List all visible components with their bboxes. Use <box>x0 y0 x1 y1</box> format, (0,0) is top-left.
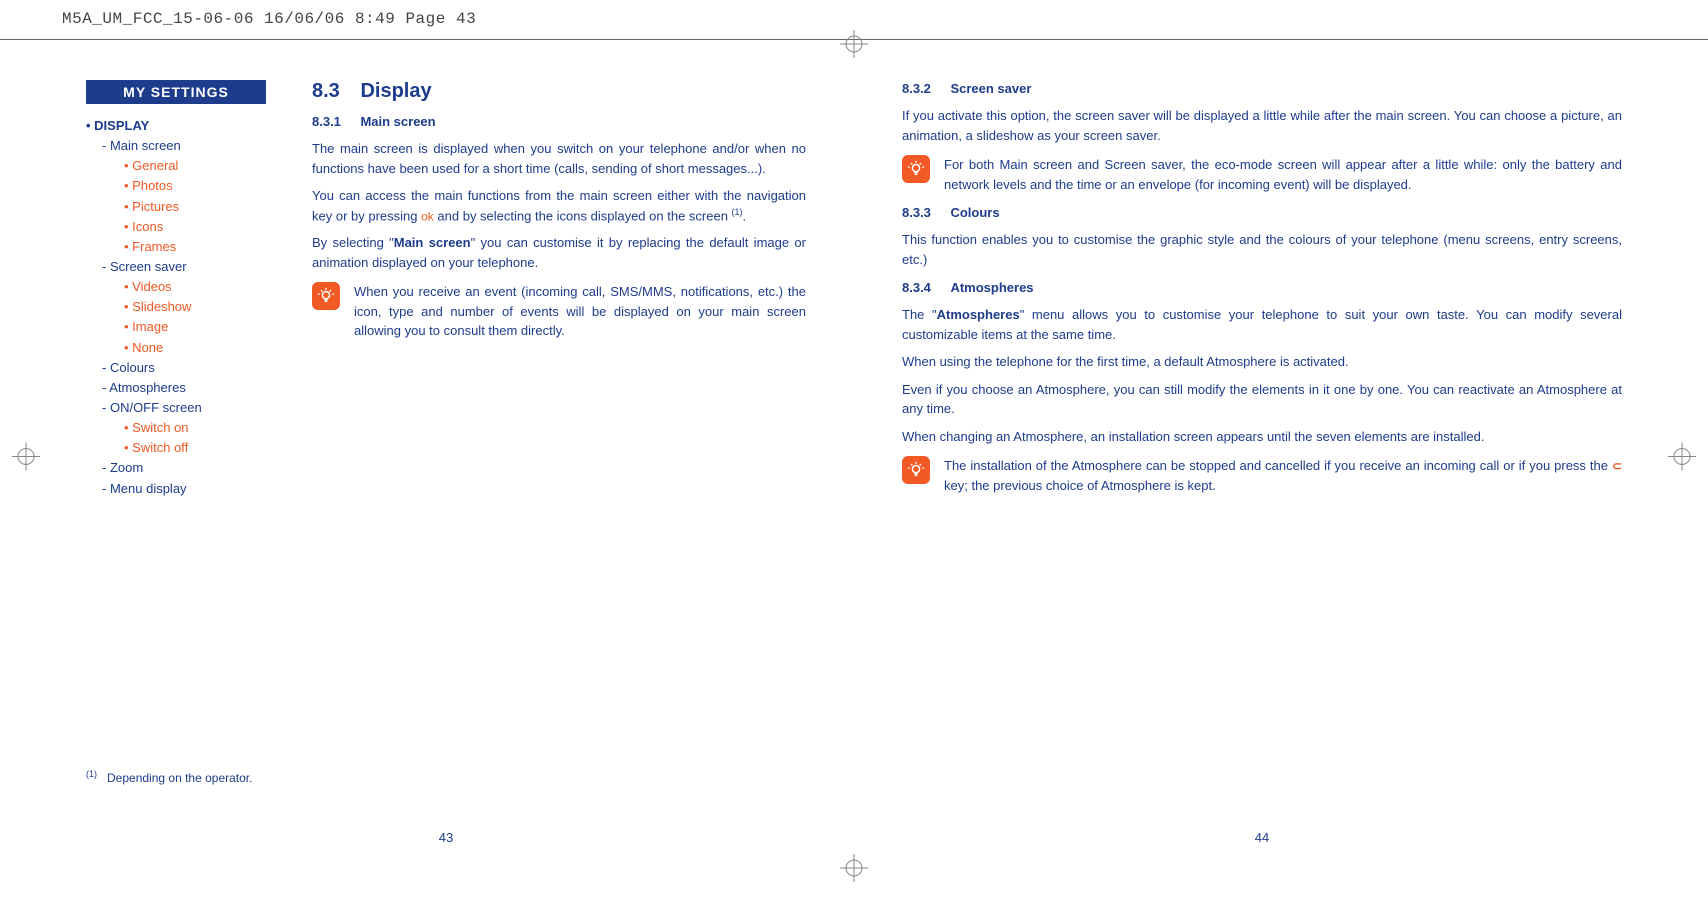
section-8-3-2: 8.3.2 Screen saver <box>902 80 1622 98</box>
page-number: 44 <box>1255 830 1269 845</box>
text: The " <box>902 307 937 322</box>
note-text: When you receive an event (incoming call… <box>354 282 806 341</box>
text: By selecting " <box>312 235 394 250</box>
registration-mark-left <box>12 442 40 475</box>
sidebar-bullet-item: Image <box>86 317 286 337</box>
sidebar-bullet-item: None <box>86 338 286 358</box>
sidebar-item-label: Zoom <box>110 460 143 475</box>
page-right: 8.3.2 Screen saver If you activate this … <box>902 80 1622 845</box>
sidebar-item-label: Videos <box>132 279 172 294</box>
sidebar-item-label: Atmospheres <box>109 380 186 395</box>
sidebar-item-label: Screen saver <box>110 259 187 274</box>
tip-icon <box>902 155 930 183</box>
text: key; the previous choice of Atmosphere i… <box>944 478 1216 493</box>
paragraph: By selecting "Main screen" you can custo… <box>312 233 806 272</box>
sidebar-bullet-item: General <box>86 156 286 176</box>
section-8-3-3: 8.3.3 Colours <box>902 204 1622 222</box>
subheading-title: Main screen <box>360 114 435 129</box>
note: The installation of the Atmosphere can b… <box>902 456 1622 495</box>
sidebar-dash-item: ON/OFF screen <box>86 398 286 418</box>
sidebar-item-label: Frames <box>132 239 176 254</box>
sidebar-bullet-item: Switch off <box>86 438 286 458</box>
sidebar-bullet-item: Pictures <box>86 197 286 217</box>
sidebar-tab: MY SETTINGS <box>86 80 266 104</box>
sidebar-item-label: Colours <box>110 360 155 375</box>
sidebar-item-label: General <box>132 158 178 173</box>
note: For both Main screen and Screen saver, t… <box>902 155 1622 194</box>
sidebar-bullet-item: Switch on <box>86 418 286 438</box>
sidebar-bullet-item: Slideshow <box>86 297 286 317</box>
sidebar-bullet-item: Icons <box>86 217 286 237</box>
registration-mark-right <box>1668 442 1696 475</box>
ok-key-icon: ok <box>421 209 434 223</box>
subheading-title: Atmospheres <box>950 280 1033 295</box>
print-header: M5A_UM_FCC_15-06-06 16/06/06 8:49 Page 4… <box>62 10 476 28</box>
text: The installation of the Atmosphere can b… <box>944 458 1612 473</box>
subheading-num: 8.3.2 <box>902 81 946 96</box>
registration-mark-bottom <box>840 854 868 887</box>
heading-title: Display <box>360 80 431 102</box>
page-left: MY SETTINGS • DISPLAY Main screen General… <box>86 80 806 845</box>
sidebar-list: • DISPLAY Main screen General Photos Pictur… <box>86 116 286 499</box>
footnote-marker: (1) <box>86 769 97 779</box>
paragraph: Even if you choose an Atmosphere, you ca… <box>902 380 1622 419</box>
sidebar-dash-item: Colours <box>86 358 286 378</box>
text: and by selecting the icons displayed on … <box>434 208 732 223</box>
c-key-icon: ⊂ <box>1612 459 1622 473</box>
sidebar-dash-item: Screen saver <box>86 257 286 277</box>
sidebar-item-label: Switch off <box>132 440 188 455</box>
subheading-num: 8.3.1 <box>312 114 356 129</box>
subheading-title: Screen saver <box>950 81 1031 96</box>
note: When you receive an event (incoming call… <box>312 282 806 341</box>
page-spread: MY SETTINGS • DISPLAY Main screen General… <box>86 80 1622 845</box>
subheading-title: Colours <box>950 205 999 220</box>
sidebar-item-label: Photos <box>132 178 172 193</box>
note-text: For both Main screen and Screen saver, t… <box>944 155 1622 194</box>
paragraph: When changing an Atmosphere, an installa… <box>902 427 1622 447</box>
registration-mark-top <box>840 30 868 63</box>
heading-num: 8.3 <box>312 80 356 103</box>
sidebar-items: Main screen General Photos Pictures Icons Fra… <box>86 136 286 499</box>
bold-text: Atmospheres <box>937 307 1020 322</box>
section-8-3-4: 8.3.4 Atmospheres <box>902 279 1622 297</box>
sidebar-heading: • DISPLAY <box>86 116 286 136</box>
left-main: 8.3 Display 8.3.1 Main screen The main s… <box>312 80 806 341</box>
footnote-text: Depending on the operator. <box>107 771 252 785</box>
sidebar-item-label: Pictures <box>132 199 179 214</box>
footnote: (1) Depending on the operator. <box>86 769 252 785</box>
tip-icon <box>312 282 340 310</box>
sidebar-item-label: Menu display <box>110 481 187 496</box>
bold-text: Main screen <box>394 235 471 250</box>
paragraph: The "Atmospheres" menu allows you to cus… <box>902 305 1622 344</box>
sidebar-dash-item: Main screen <box>86 136 286 156</box>
sidebar-item-label: Slideshow <box>132 299 191 314</box>
sidebar-dash-item: Atmospheres <box>86 378 286 398</box>
paragraph: You can access the main functions from t… <box>312 186 806 225</box>
paragraph: This function enables you to customise t… <box>902 230 1622 269</box>
sidebar-item-label: Icons <box>132 219 163 234</box>
sidebar-item-label: ON/OFF screen <box>110 400 202 415</box>
note-text: The installation of the Atmosphere can b… <box>944 456 1622 495</box>
sidebar: MY SETTINGS • DISPLAY Main screen General… <box>86 80 286 499</box>
sidebar-item-label: None <box>132 340 163 355</box>
sidebar-dash-item: Zoom <box>86 458 286 478</box>
sidebar-dash-item: Menu display <box>86 479 286 499</box>
section-8-3-1: 8.3.1 Main screen <box>312 113 806 131</box>
sidebar-item-label: Image <box>132 319 168 334</box>
text: . <box>743 208 747 223</box>
paragraph: When using the telephone for the first t… <box>902 352 1622 372</box>
paragraph: If you activate this option, the screen … <box>902 106 1622 145</box>
sidebar-bullet-item: Frames <box>86 237 286 257</box>
section-8-3: 8.3 Display <box>312 80 806 103</box>
subheading-num: 8.3.4 <box>902 280 946 295</box>
sidebar-item-label: Switch on <box>132 420 188 435</box>
paragraph: The main screen is displayed when you sw… <box>312 139 806 178</box>
footnote-ref: (1) <box>732 207 743 217</box>
tip-icon <box>902 456 930 484</box>
sidebar-bullet-item: Videos <box>86 277 286 297</box>
sidebar-bullet-item: Photos <box>86 176 286 196</box>
subheading-num: 8.3.3 <box>902 205 946 220</box>
page-number: 43 <box>439 830 453 845</box>
sidebar-item-label: Main screen <box>110 138 181 153</box>
